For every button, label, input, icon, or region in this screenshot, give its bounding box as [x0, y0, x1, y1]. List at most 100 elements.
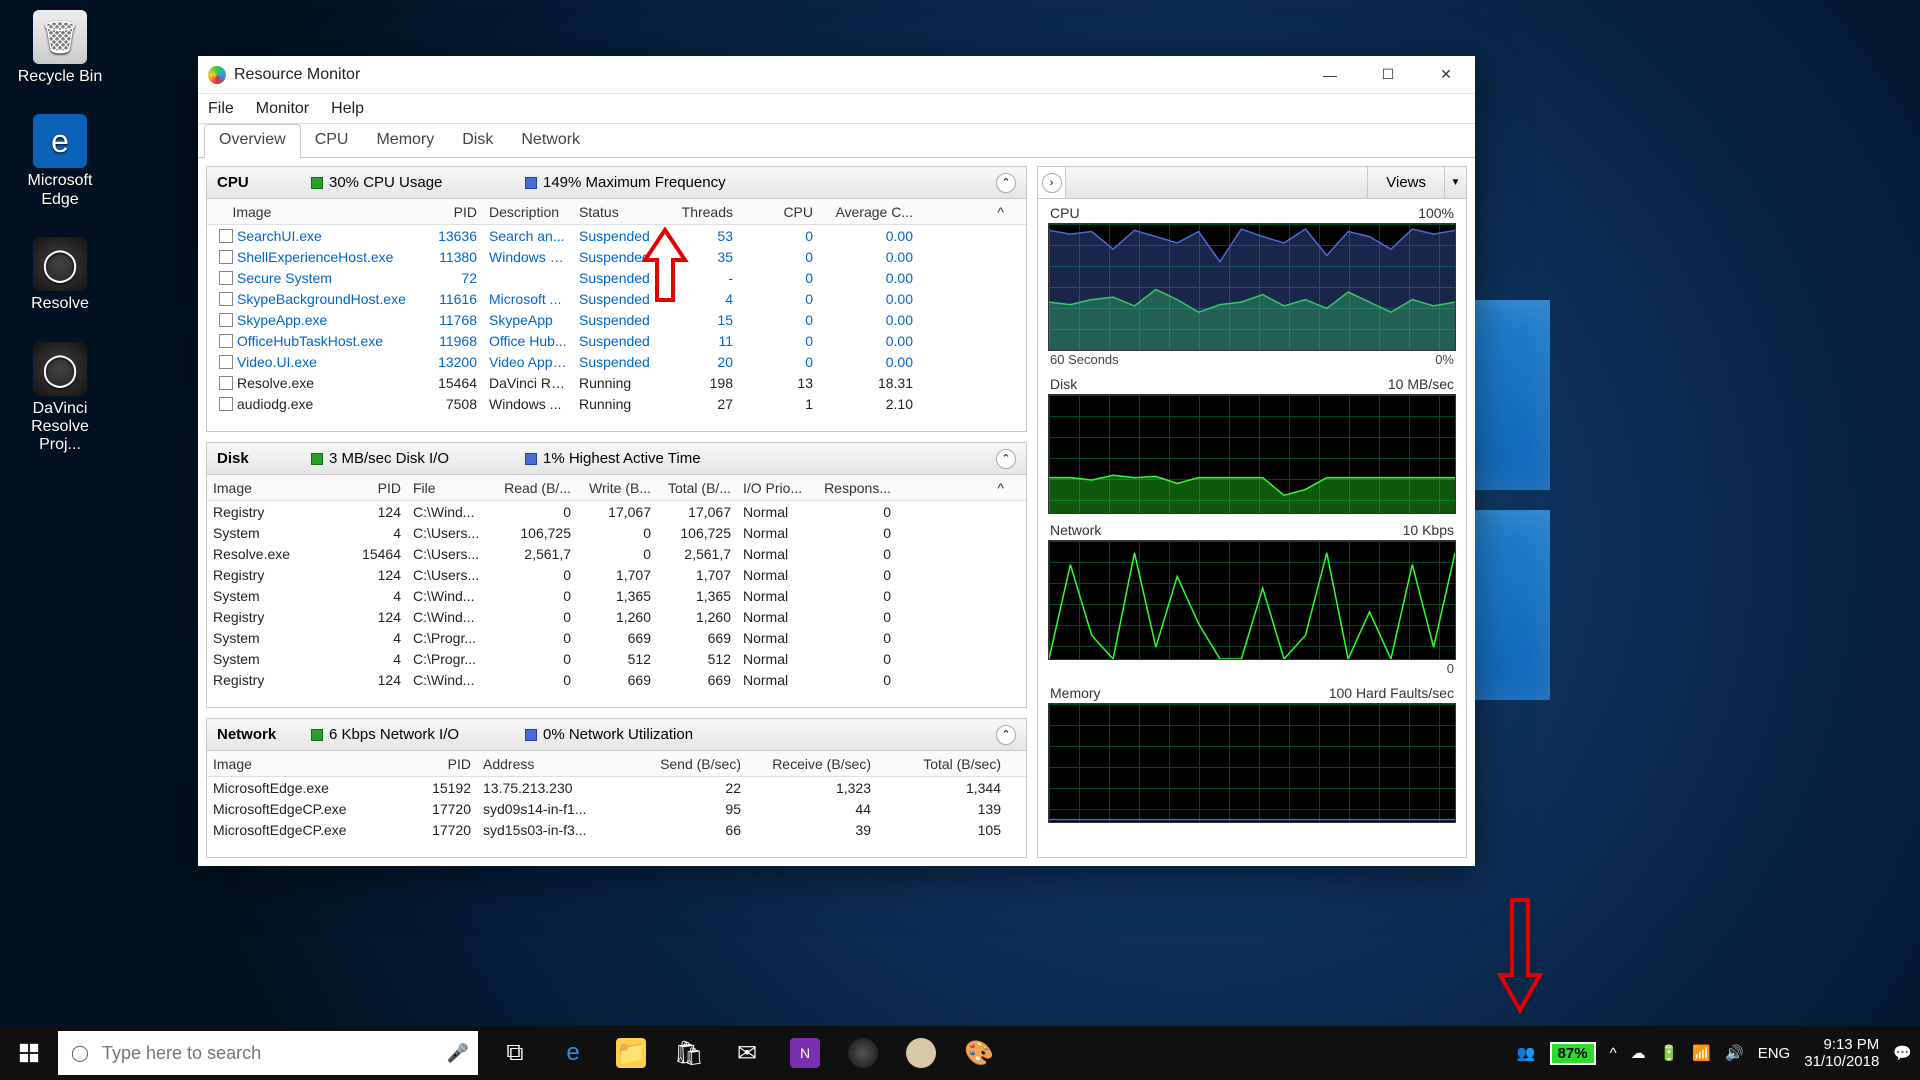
checkbox[interactable]	[219, 271, 233, 285]
taskbar-app-running[interactable]	[892, 1026, 950, 1080]
checkbox[interactable]	[219, 376, 233, 390]
column-header[interactable]: I/O Prio...	[737, 480, 817, 496]
column-header[interactable]: Receive (B/sec)	[747, 756, 877, 772]
taskbar-app-edge[interactable]: e	[544, 1026, 602, 1080]
column-header[interactable]: Address	[477, 756, 627, 772]
start-button[interactable]	[0, 1026, 58, 1080]
column-header[interactable]: PID	[347, 480, 407, 496]
onedrive-icon[interactable]: ☁	[1631, 1044, 1646, 1062]
menu-item[interactable]: Help	[331, 100, 364, 118]
clock[interactable]: 9:13 PM 31/10/2018	[1804, 1036, 1879, 1071]
checkbox[interactable]	[219, 397, 233, 411]
tab-cpu[interactable]: CPU	[301, 125, 363, 157]
maximize-button[interactable]: ☐	[1359, 56, 1417, 94]
disk-panel-header[interactable]: Disk 3 MB/sec Disk I/O 1% Highest Active…	[207, 443, 1026, 475]
table-row[interactable]: SkypeApp.exe 11768SkypeAppSuspended 1500…	[207, 309, 1026, 330]
action-center-icon[interactable]: 💬	[1893, 1044, 1912, 1062]
table-row[interactable]: Registry124C:\Users... 01,7071,707Normal…	[207, 564, 1026, 585]
column-header[interactable]: Description	[483, 204, 573, 220]
column-header[interactable]: Status	[573, 204, 659, 220]
collapse-button[interactable]: ⌃	[996, 725, 1016, 745]
menu-item[interactable]: File	[208, 100, 234, 118]
column-header[interactable]: Average C...	[819, 204, 919, 220]
checkbox[interactable]	[219, 355, 233, 369]
taskbar-app-mail[interactable]: ✉	[718, 1026, 776, 1080]
checkbox[interactable]	[219, 334, 233, 348]
taskbar-app-onenote[interactable]: N	[776, 1026, 834, 1080]
table-row[interactable]: Registry124C:\Wind... 017,06717,067Norma…	[207, 501, 1026, 522]
taskbar-app-store[interactable]: 🛍	[660, 1026, 718, 1080]
people-icon[interactable]: 👥	[1517, 1044, 1536, 1062]
table-row[interactable]: System4C:\Progr... 0512512Normal0	[207, 648, 1026, 669]
task-view-button[interactable]: ⧉	[486, 1026, 544, 1080]
table-row[interactable]: audiodg.exe 7508Windows ...Running 2712.…	[207, 393, 1026, 414]
charts-expand-button[interactable]: ›	[1038, 167, 1066, 198]
battery-indicator[interactable]: 87%	[1550, 1042, 1596, 1065]
network-activity-list[interactable]: MicrosoftEdge.exe1519213.75.213.230 221,…	[207, 777, 1026, 857]
cpu-process-list[interactable]: SearchUI.exe 13636Search an...Suspended …	[207, 225, 1026, 431]
table-row[interactable]: Resolve.exe15464C:\Users... 2,561,702,56…	[207, 543, 1026, 564]
tab-network[interactable]: Network	[507, 125, 594, 157]
taskbar-app-paint[interactable]: 🎨	[950, 1026, 1008, 1080]
views-dropdown[interactable]: Views ▼	[1367, 167, 1466, 198]
tab-memory[interactable]: Memory	[362, 125, 448, 157]
checkbox[interactable]	[219, 313, 233, 327]
column-header[interactable]: Total (B/...	[657, 480, 737, 496]
taskbar-app-explorer[interactable]: 📁	[602, 1026, 660, 1080]
menu-item[interactable]: Monitor	[256, 100, 309, 118]
column-header[interactable]: Threads	[659, 204, 739, 220]
tab-overview[interactable]: Overview	[204, 124, 301, 158]
table-row[interactable]: ShellExperienceHost.exe 11380Windows S..…	[207, 246, 1026, 267]
column-header[interactable]: Total (B/sec)	[877, 756, 1007, 772]
table-row[interactable]: Secure System 72Suspended -00.00	[207, 267, 1026, 288]
search-box[interactable]: ◯ 🎤	[58, 1031, 478, 1075]
table-row[interactable]: MicrosoftEdgeCP.exe17720syd09s14-in-f1..…	[207, 798, 1026, 819]
power-icon[interactable]: 🔋	[1660, 1044, 1679, 1062]
table-row[interactable]: SearchUI.exe 13636Search an...Suspended …	[207, 225, 1026, 246]
column-header[interactable]: Respons...	[817, 480, 897, 496]
column-header[interactable]: Image	[207, 756, 407, 772]
checkbox[interactable]	[219, 292, 233, 306]
table-row[interactable]: System4C:\Wind... 01,3651,365Normal0	[207, 585, 1026, 606]
column-header[interactable]: PID	[417, 204, 483, 220]
language-indicator[interactable]: ENG	[1758, 1045, 1791, 1062]
titlebar[interactable]: Resource Monitor ― ☐ ✕	[198, 56, 1475, 94]
volume-icon[interactable]: 🔊	[1725, 1044, 1744, 1062]
network-panel-header[interactable]: Network 6 Kbps Network I/O 0% Network Ut…	[207, 719, 1026, 751]
desktop-icon[interactable]: ◯ DaVinci Resolve Proj...	[10, 342, 110, 455]
search-input[interactable]	[102, 1043, 438, 1064]
wifi-icon[interactable]: 📶	[1692, 1044, 1711, 1062]
cpu-panel-header[interactable]: CPU 30% CPU Usage 149% Maximum Frequency…	[207, 167, 1026, 199]
column-header[interactable]: Send (B/sec)	[627, 756, 747, 772]
table-row[interactable]: MicrosoftEdgeCP.exe17720syd15s03-in-f3..…	[207, 819, 1026, 840]
column-header[interactable]: CPU	[739, 204, 819, 220]
checkbox[interactable]	[219, 229, 233, 243]
collapse-button[interactable]: ⌃	[996, 449, 1016, 469]
table-row[interactable]: OfficeHubTaskHost.exe 11968Office Hub...…	[207, 330, 1026, 351]
table-row[interactable]: Resolve.exe 15464DaVinci Re...Running 19…	[207, 372, 1026, 393]
column-header[interactable]: Image	[207, 480, 347, 496]
desktop-icon[interactable]: e Microsoft Edge	[10, 114, 110, 209]
column-header[interactable]: Image	[207, 204, 417, 220]
minimize-button[interactable]: ―	[1301, 56, 1359, 94]
column-header[interactable]: Read (B/...	[497, 480, 577, 496]
tray-overflow-icon[interactable]: ^	[1610, 1045, 1617, 1062]
table-row[interactable]: System4C:\Users... 106,7250106,725Normal…	[207, 522, 1026, 543]
table-row[interactable]: Registry124C:\Wind... 0669669Normal0	[207, 669, 1026, 690]
mic-icon[interactable]: 🎤	[438, 1043, 478, 1064]
table-row[interactable]: Registry124C:\Wind... 01,2601,260Normal0	[207, 606, 1026, 627]
tab-disk[interactable]: Disk	[448, 125, 507, 157]
column-header[interactable]: Write (B...	[577, 480, 657, 496]
checkbox[interactable]	[219, 250, 233, 264]
collapse-button[interactable]: ⌃	[996, 173, 1016, 193]
desktop-icon[interactable]: ◯ Resolve	[10, 237, 110, 313]
table-row[interactable]: SkypeBackgroundHost.exe 11616Microsoft .…	[207, 288, 1026, 309]
column-header[interactable]: File	[407, 480, 497, 496]
desktop-icon[interactable]: 🗑 Recycle Bin	[10, 10, 110, 86]
table-row[interactable]: System4C:\Progr... 0669669Normal0	[207, 627, 1026, 648]
table-row[interactable]: Video.UI.exe 13200Video Appl...Suspended…	[207, 351, 1026, 372]
column-header[interactable]: PID	[407, 756, 477, 772]
disk-activity-list[interactable]: Registry124C:\Wind... 017,06717,067Norma…	[207, 501, 1026, 707]
table-row[interactable]: MicrosoftEdge.exe1519213.75.213.230 221,…	[207, 777, 1026, 798]
taskbar-app-resolve[interactable]	[834, 1026, 892, 1080]
